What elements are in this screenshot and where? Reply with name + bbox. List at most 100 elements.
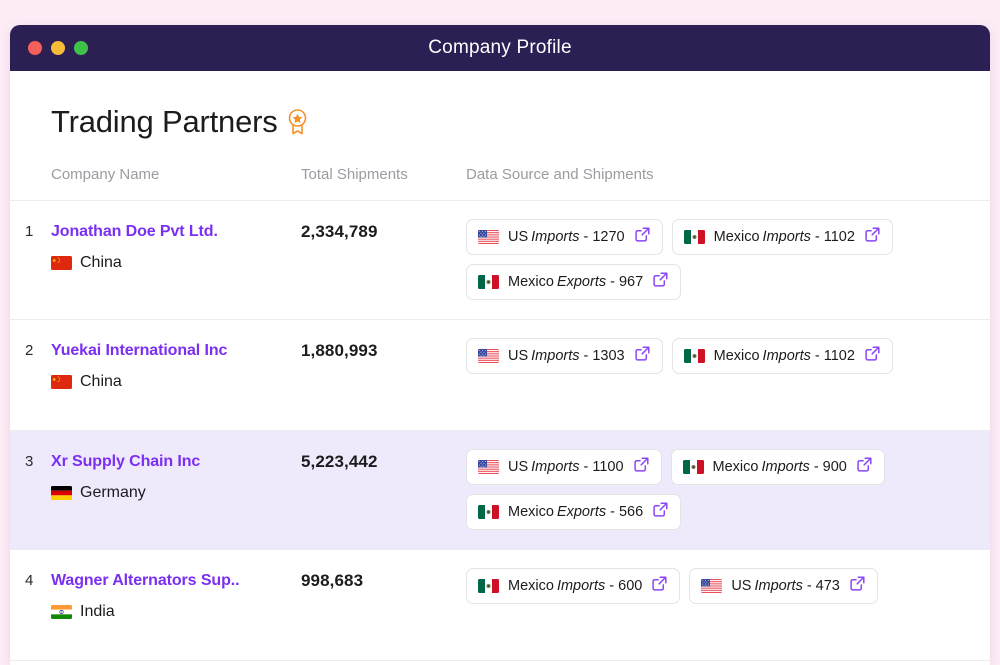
external-link-icon[interactable] [849, 575, 866, 597]
chip-label: US [508, 459, 529, 475]
chip-separator: - [814, 229, 820, 245]
data-source-chips: US Imports -1100 Mexico Imports -900 Mexico Exp… [466, 449, 990, 530]
flag-mexico-icon [478, 275, 499, 289]
maximize-window-button[interactable] [74, 41, 88, 55]
flag-us-icon [478, 349, 499, 363]
chip-separator: - [609, 578, 615, 594]
chip-count: 1303 [592, 348, 625, 364]
external-link-icon[interactable] [633, 456, 650, 478]
data-source-chip[interactable]: Mexico Exports -566 [466, 494, 682, 530]
data-source-chips: Mexico Imports -600 US Imports -473 [466, 568, 990, 604]
chip-direction: Exports [556, 504, 607, 520]
company-name-link[interactable]: Xr Supply Chain Inc [51, 449, 301, 475]
chip-direction: Imports [761, 459, 810, 475]
external-link-icon[interactable] [864, 345, 881, 367]
chip-label: Mexico [508, 578, 554, 594]
total-shipments-value: 1,880,993 [301, 341, 378, 360]
row-index: 2 [25, 342, 34, 359]
data-source-chip[interactable]: US Imports -1303 [466, 338, 663, 374]
external-link-icon[interactable] [651, 575, 668, 597]
chip-separator: - [806, 578, 812, 594]
chip-direction: Imports [531, 348, 580, 364]
chip-label: Mexico [712, 459, 759, 475]
external-link-icon[interactable] [634, 226, 651, 248]
data-source-chip[interactable]: US Imports -473 [689, 568, 878, 604]
chip-direction: Imports [762, 229, 811, 245]
total-shipments-value: 5,223,442 [301, 452, 378, 471]
chip-count: 473 [815, 578, 840, 594]
table-row[interactable]: 4 Wagner Alternators Sup.. India 998,683 Mex… [10, 550, 990, 661]
country-label: China [80, 254, 122, 271]
country-label: India [80, 603, 115, 620]
flag-mexico-icon [682, 460, 704, 474]
chip-label: Mexico [713, 229, 760, 245]
flag-china-icon [51, 256, 72, 270]
chip-label: US [731, 578, 752, 594]
company-cell: Yuekai International Inc China [51, 338, 301, 392]
country-line: China [51, 372, 301, 392]
external-link-icon[interactable] [634, 345, 651, 367]
chip-separator: - [583, 348, 589, 364]
chip-count: 1102 [823, 229, 855, 245]
chip-direction: Imports [531, 459, 580, 475]
page-content: Trading Partners Company Name Total Ship… [10, 71, 990, 665]
chip-count: 600 [618, 578, 643, 594]
data-source-chips: US Imports -1303 Mexico Imports -1102 [466, 338, 990, 374]
chip-count: 1100 [592, 459, 624, 475]
external-link-icon[interactable] [652, 271, 669, 293]
chip-direction: Imports [754, 578, 803, 594]
minimize-window-button[interactable] [51, 41, 65, 55]
table-header-row: Company Name Total Shipments Data Source… [10, 140, 990, 201]
company-name-link[interactable]: Wagner Alternators Sup.. [51, 568, 301, 594]
row-index: 3 [25, 453, 34, 470]
table-row[interactable]: 3 Xr Supply Chain Inc Germany 5,223,442 US Im… [10, 431, 990, 550]
company-name-link[interactable]: Jonathan Doe Pvt Ltd. [51, 219, 301, 245]
chip-count: 967 [618, 274, 644, 290]
table-row[interactable]: 2 Yuekai International Inc China 1,880,993 U… [10, 320, 990, 431]
flag-us-icon [478, 460, 499, 474]
total-shipments-value: 2,334,789 [301, 222, 378, 241]
table-body: 1 Jonathan Doe Pvt Ltd. China 2,334,789 US Im… [10, 201, 990, 661]
data-source-chip[interactable]: US Imports -1270 [466, 219, 663, 255]
page-title-row: Trading Partners [10, 71, 990, 140]
flag-us-icon [701, 579, 723, 593]
chip-direction: Imports [762, 348, 811, 364]
app-window: Company Profile Trading Partners Company… [10, 25, 990, 665]
flag-mexico-icon [478, 579, 499, 593]
country-line: China [51, 253, 301, 273]
page-title: Trading Partners [51, 104, 278, 139]
chip-separator: - [583, 459, 589, 475]
chip-count: 900 [822, 459, 847, 475]
chip-separator: - [610, 274, 615, 290]
company-cell: Xr Supply Chain Inc Germany [51, 449, 301, 503]
data-source-chip[interactable]: Mexico Imports -600 [466, 568, 681, 604]
close-window-button[interactable] [28, 41, 42, 55]
company-cell: Wagner Alternators Sup.. India [51, 568, 301, 622]
award-badge-icon [286, 108, 309, 140]
external-link-icon[interactable] [856, 456, 873, 478]
data-source-chips: US Imports -1270 Mexico Imports -1102 Mexico Ex… [466, 219, 990, 300]
country-label: Germany [80, 484, 146, 501]
company-name-link[interactable]: Yuekai International Inc [51, 338, 301, 364]
company-cell: Jonathan Doe Pvt Ltd. China [51, 219, 301, 273]
total-shipments-value: 998,683 [301, 571, 364, 590]
chip-separator: - [583, 229, 589, 245]
data-source-chip[interactable]: Mexico Imports -900 [670, 449, 885, 485]
chip-direction: Imports [556, 578, 606, 594]
table-row[interactable]: 1 Jonathan Doe Pvt Ltd. China 2,334,789 US Im… [10, 201, 990, 320]
external-link-icon[interactable] [864, 226, 881, 248]
flag-us-icon [478, 230, 499, 244]
data-source-chip[interactable]: US Imports -1100 [466, 449, 662, 485]
trading-partners-table: Company Name Total Shipments Data Source… [10, 140, 990, 661]
flag-china-icon [51, 375, 72, 389]
data-source-chip[interactable]: Mexico Imports -1102 [671, 338, 893, 374]
flag-germany-icon [51, 486, 72, 500]
external-link-icon[interactable] [652, 501, 669, 523]
row-index: 4 [25, 572, 34, 589]
data-source-chip[interactable]: Mexico Imports -1102 [671, 219, 893, 255]
data-source-chip[interactable]: Mexico Exports -967 [466, 264, 682, 300]
chip-separator: - [813, 459, 819, 475]
column-header-company-name: Company Name [51, 166, 160, 183]
flag-mexico-icon [478, 505, 499, 519]
country-line: India [51, 602, 301, 622]
